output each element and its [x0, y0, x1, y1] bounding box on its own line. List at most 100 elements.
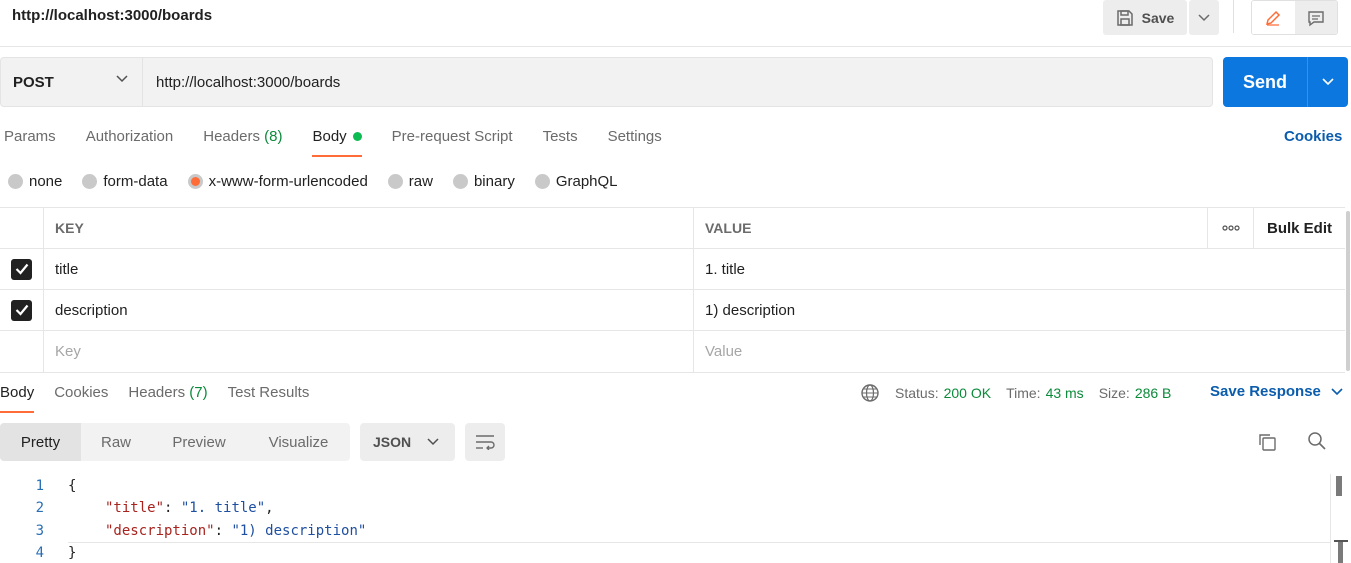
radio-label: binary: [473, 173, 515, 190]
language-label: JSON: [373, 434, 412, 450]
table-scrollbar[interactable]: [1346, 211, 1350, 371]
save-label: Save: [1141, 9, 1175, 26]
radio-binary[interactable]: binary: [452, 173, 515, 190]
tab-authorization[interactable]: Authorization: [86, 127, 174, 157]
tab-body[interactable]: Body: [312, 127, 362, 157]
response-body-code[interactable]: 1 2 3 4 { "title": "1. title", "descript…: [0, 474, 1330, 563]
tab-settings[interactable]: Settings: [608, 127, 662, 157]
value-cell[interactable]: 1) description: [694, 290, 1208, 330]
json-key: "description": [105, 523, 215, 539]
new-key-input[interactable]: Key: [44, 331, 694, 372]
tab-label: Settings: [607, 128, 662, 145]
table-row-empty: Key Value: [0, 331, 1345, 372]
chevron-down-icon: [427, 438, 439, 446]
format-preview[interactable]: Preview: [151, 423, 247, 461]
chevron-down-icon: [1331, 387, 1343, 395]
headers-count: (8): [264, 128, 283, 145]
new-value-input[interactable]: Value: [694, 331, 1208, 372]
radio-label: raw: [408, 173, 433, 190]
line-number: 3: [35, 523, 44, 539]
value-cell[interactable]: 1. title: [694, 249, 1208, 289]
format-tabs: Pretty Raw Preview Visualize: [0, 423, 350, 461]
radio-x-www-form-urlencoded[interactable]: x-www-form-urlencoded: [187, 173, 368, 190]
header-check-cell: [0, 208, 44, 248]
key-cell[interactable]: description: [44, 290, 694, 330]
radio-form-data[interactable]: form-data: [82, 173, 168, 190]
method-select[interactable]: POST: [0, 57, 143, 107]
row-checkbox[interactable]: [0, 290, 44, 330]
method-label: POST: [13, 73, 54, 91]
toolbar-divider: [1233, 0, 1234, 33]
tab-pre-request-script[interactable]: Pre-request Script: [392, 127, 513, 157]
radio-circle: [8, 174, 23, 189]
edit-mode-button[interactable]: [1252, 1, 1295, 34]
format-raw[interactable]: Raw: [81, 423, 151, 461]
copy-icon[interactable]: [1257, 432, 1277, 452]
radio-circle: [534, 174, 550, 189]
table-row: title 1. title: [0, 249, 1345, 290]
code-row-divider: [68, 542, 1330, 543]
table-header-row: KEY VALUE Bulk Edit: [0, 208, 1345, 249]
tab-label: Headers: [203, 128, 260, 145]
pencil-icon: [1266, 10, 1281, 26]
chevron-down-icon: [116, 75, 128, 83]
format-visualize[interactable]: Visualize: [247, 423, 350, 461]
chevron-down-icon: [1198, 13, 1210, 21]
tab-label: Cookies: [54, 384, 109, 401]
json-key: "title": [105, 500, 165, 516]
tab-test-results[interactable]: Test Results: [228, 383, 310, 413]
search-icon[interactable]: [1307, 431, 1327, 451]
key-cell[interactable]: title: [44, 249, 694, 289]
radio-raw[interactable]: raw: [387, 173, 433, 190]
time-value: 43 ms: [1045, 385, 1084, 401]
row-checkbox[interactable]: [0, 249, 44, 289]
chevron-down-icon: [1322, 78, 1334, 86]
mode-toggle-group: [1251, 0, 1338, 35]
save-response-button[interactable]: Save Response: [1210, 383, 1343, 400]
send-options-button[interactable]: [1308, 57, 1348, 107]
request-tabs: Params Authorization Headers (8) Body Pr…: [4, 127, 692, 157]
bulk-edit-button[interactable]: Bulk Edit: [1254, 208, 1345, 248]
send-button-group: Send: [1223, 57, 1348, 107]
tab-label: Tests: [542, 128, 578, 145]
size-label: Size:: [1098, 385, 1130, 401]
comment-icon: [1308, 10, 1324, 26]
tab-label: Body: [312, 128, 347, 145]
response-tabs: Body Cookies Headers (7) Test Results: [0, 383, 329, 413]
save-button[interactable]: Save: [1103, 0, 1187, 35]
tab-response-headers[interactable]: Headers (7): [128, 383, 207, 413]
language-select[interactable]: JSON: [360, 423, 455, 461]
send-button[interactable]: Send: [1223, 57, 1307, 107]
body-indicator-dot: [352, 131, 362, 141]
tab-tests[interactable]: Tests: [543, 127, 578, 157]
save-icon: [1116, 9, 1133, 26]
radio-label: GraphQL: [555, 173, 618, 190]
tab-params[interactable]: Params: [4, 127, 56, 157]
row-checkbox-empty: [0, 331, 44, 372]
request-title: http://localhost:3000/boards: [12, 7, 213, 24]
status-value: 200 OK: [943, 385, 992, 401]
more-options-button[interactable]: [1208, 208, 1254, 248]
tab-label: Params: [4, 128, 56, 145]
tab-response-cookies[interactable]: Cookies: [54, 383, 108, 413]
code-divider: [1330, 474, 1331, 563]
url-input[interactable]: http://localhost:3000/boards: [143, 57, 1213, 107]
comments-mode-button[interactable]: [1294, 1, 1337, 34]
tab-headers[interactable]: Headers (8): [203, 127, 282, 157]
code-line: "title": "1. title",: [105, 500, 274, 516]
wrap-lines-button[interactable]: [465, 423, 505, 461]
format-pretty[interactable]: Pretty: [0, 423, 81, 461]
tab-label: Headers: [128, 384, 186, 401]
radio-none[interactable]: none: [8, 173, 62, 190]
radio-label: x-www-form-urlencoded: [208, 173, 368, 190]
time-label: Time:: [1006, 385, 1041, 401]
tab-response-body[interactable]: Body: [0, 383, 35, 413]
code-scrollbar-thumb[interactable]: [1336, 476, 1342, 496]
code-scrollbar-thumb[interactable]: [1338, 542, 1343, 563]
cookies-link[interactable]: Cookies: [1284, 128, 1342, 145]
check-icon: [15, 263, 28, 275]
save-options-button[interactable]: [1189, 0, 1219, 35]
globe-icon[interactable]: [860, 383, 880, 403]
table-row: description 1) description: [0, 290, 1345, 331]
radio-graphql[interactable]: GraphQL: [534, 173, 618, 190]
